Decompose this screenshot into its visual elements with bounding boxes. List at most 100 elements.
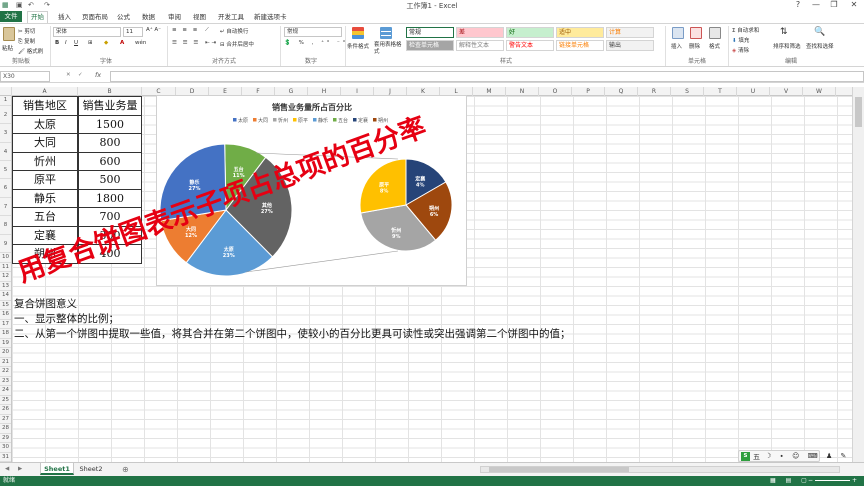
scroll-tabs-left-icon[interactable]: ◀ [5, 466, 9, 472]
column-header-W[interactable]: W [803, 87, 836, 96]
table-cell[interactable]: 600 [78, 151, 142, 171]
horizontal-scrollbar-thumb[interactable] [489, 467, 629, 472]
zoom-slider[interactable] [815, 480, 850, 481]
tab-formulas[interactable]: 公式 [117, 12, 130, 22]
table-header-cell[interactable]: 销售业务量 [78, 96, 142, 116]
sort-filter-button[interactable]: 排序和筛选 [773, 42, 801, 50]
insert-cells-button[interactable]: 插入 [671, 42, 682, 50]
row-header-20[interactable]: 20 [0, 348, 11, 358]
sheet-tab-sheet2[interactable]: Sheet2 [76, 463, 106, 475]
insert-cells-icon[interactable] [672, 27, 684, 39]
name-box[interactable]: X30 [0, 71, 50, 82]
sort-filter-icon[interactable]: ⇅ [780, 27, 788, 37]
table-cell[interactable]: 原平 [12, 170, 78, 190]
number-format-icons[interactable]: 💲 % , ⁺⁰ ⁻⁰ [284, 40, 348, 46]
row-header-15[interactable]: 15 [0, 301, 11, 310]
table-cell[interactable]: 静乐 [12, 188, 78, 208]
indent-icon[interactable]: ⇤ ⇥ [205, 40, 216, 46]
column-header-A[interactable]: A [12, 87, 78, 96]
cell-style-1[interactable]: 差 [456, 27, 504, 38]
row-header-7[interactable]: 7 [0, 198, 11, 216]
table-cell[interactable]: 400 [78, 244, 142, 264]
row-header-19[interactable]: 19 [0, 339, 11, 348]
tab-page-layout[interactable]: 页面布局 [82, 12, 108, 22]
column-header-U[interactable]: U [737, 87, 770, 96]
column-header-Q[interactable]: Q [605, 87, 638, 96]
tab-view[interactable]: 视图 [193, 12, 206, 22]
cell-style-6[interactable]: 解释性文本 [456, 40, 504, 51]
column-header-B[interactable]: B [78, 87, 142, 96]
column-header-R[interactable]: R [638, 87, 671, 96]
row-header-6[interactable]: 6 [0, 179, 11, 198]
tab-file[interactable]: 文件 [0, 11, 22, 22]
scroll-tabs-right-icon[interactable]: ▶ [18, 466, 22, 472]
italic-button[interactable]: I [65, 40, 67, 46]
row-header-25[interactable]: 25 [0, 396, 11, 405]
row-header-29[interactable]: 29 [0, 434, 11, 443]
table-cell[interactable]: 定襄 [12, 225, 78, 245]
cell-style-0[interactable]: 常规 [406, 27, 454, 38]
row-header-13[interactable]: 13 [0, 282, 11, 291]
help-button[interactable]: ? [790, 0, 806, 10]
row-header-27[interactable]: 27 [0, 415, 11, 424]
ime-toolbar[interactable]: S 五 ☽ ∙ ☺ ⌨ ♟ ✎ [738, 450, 846, 462]
row-header-31[interactable]: 31 [0, 453, 11, 462]
cell-style-5[interactable]: 检查单元格 [406, 40, 454, 51]
wrap-text-button[interactable]: ↵ 自动换行 [220, 27, 248, 35]
cell-style-7[interactable]: 警告文本 [506, 40, 554, 51]
delete-cells-icon[interactable] [690, 27, 702, 39]
tab-developer[interactable]: 开发工具 [218, 12, 244, 22]
add-sheet-icon[interactable]: ⊕ [122, 465, 129, 474]
restore-button[interactable]: ❐ [826, 0, 842, 10]
orientation-icon[interactable]: ⟋ [205, 27, 209, 34]
fill-color-icon[interactable]: ◆ [104, 40, 108, 46]
row-header-11[interactable]: 11 [0, 263, 11, 272]
row-header-9[interactable]: 9 [0, 235, 11, 253]
table-cell[interactable]: 忻州 [12, 151, 78, 171]
close-button[interactable]: ✕ [846, 0, 862, 10]
pie-of-pie-chart[interactable]: 销售业务量所占百分比 太原 大同 忻州 原平 静乐 五台 定襄 朔州 五台 11% 其他 27% 太原 23… [156, 95, 467, 286]
format-cells-icon[interactable] [709, 27, 721, 39]
phonetic-icon[interactable]: wén [135, 40, 146, 46]
insert-function-icon[interactable]: fx [95, 71, 101, 79]
borders-icon[interactable]: ⊞ [88, 40, 93, 46]
cell-style-2[interactable]: 好 [506, 27, 554, 38]
vertical-scrollbar[interactable] [852, 87, 864, 462]
clear-button[interactable]: ◈ 清除 [732, 46, 749, 54]
font-name-select[interactable]: 宋体 [53, 27, 121, 37]
find-select-icon[interactable]: 🔍 [814, 27, 825, 37]
vertical-align-icons[interactable]: ≡ ≡ ≡ [172, 27, 199, 33]
tab-new[interactable]: 新建选项卡 [254, 12, 287, 22]
cell-style-4[interactable]: 计算 [606, 27, 654, 38]
table-cell[interactable]: 1800 [78, 188, 142, 208]
autosum-button[interactable]: Σ 自动求和 [732, 26, 759, 34]
zoom-in-icon[interactable]: + [852, 476, 857, 486]
table-header-cell[interactable]: 销售地区 [12, 96, 78, 116]
row-header-17[interactable]: 17 [0, 320, 11, 329]
table-cell[interactable]: 700 [78, 207, 142, 227]
scrollbar-thumb[interactable] [855, 97, 862, 127]
row-header-24[interactable]: 24 [0, 386, 11, 396]
table-cell[interactable]: 五台 [12, 207, 78, 227]
select-all-corner[interactable] [0, 87, 12, 96]
minimize-button[interactable]: — [808, 0, 824, 10]
table-cell[interactable]: 500 [78, 170, 142, 190]
formula-input[interactable] [110, 71, 864, 82]
row-header-3[interactable]: 3 [0, 124, 11, 143]
bold-button[interactable]: B [55, 40, 59, 46]
row-header-2[interactable]: 2 [0, 106, 11, 124]
table-cell[interactable]: 300 [78, 225, 142, 245]
row-header-10[interactable]: 10 [0, 253, 11, 263]
row-header-4[interactable]: 4 [0, 143, 11, 161]
zoom-out-icon[interactable]: − [808, 476, 813, 486]
tab-insert[interactable]: 插入 [58, 12, 71, 22]
find-select-button[interactable]: 查找和选择 [806, 42, 834, 50]
column-header-M[interactable]: M [473, 87, 506, 96]
view-mode-icons[interactable]: ▦ ▤ ▢ [770, 476, 811, 486]
row-header-1[interactable]: 1 [0, 96, 11, 106]
cell-style-8[interactable]: 链接单元格 [556, 40, 604, 51]
column-header-O[interactable]: O [539, 87, 572, 96]
tab-home[interactable]: 开始 [27, 11, 48, 23]
row-header-16[interactable]: 16 [0, 310, 11, 320]
paste-button[interactable]: 粘贴 [2, 44, 13, 52]
